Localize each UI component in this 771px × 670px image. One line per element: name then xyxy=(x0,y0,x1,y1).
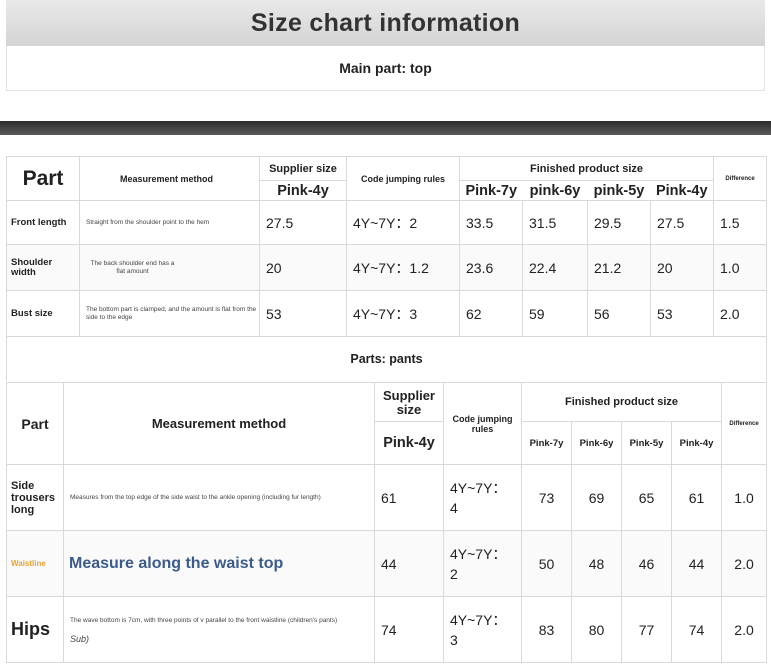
row-part: Bust size xyxy=(6,290,80,337)
table-row: Front length Straight from the shoulder … xyxy=(6,200,768,245)
row-size: 50 xyxy=(521,530,572,597)
row-size: 77 xyxy=(621,596,672,663)
row-size: 83 xyxy=(521,596,572,663)
pants-size-table: Part Measurement method Supplier size Co… xyxy=(6,382,768,663)
header-difference: Difference xyxy=(713,156,768,201)
header-size: Pink-7y xyxy=(521,421,572,465)
header-method: Measurement method xyxy=(63,382,375,465)
table-row: Shoulder width The back shoulder end has… xyxy=(6,244,768,291)
table-row: Hips The wave bottom is 7cm, with three … xyxy=(6,596,768,663)
row-size: 29.5 xyxy=(587,200,651,245)
row-size: 48 xyxy=(571,530,622,597)
row-method-text: The wave bottom is 7cm, with three point… xyxy=(70,616,338,624)
header-size: Pink-5y xyxy=(621,421,672,465)
row-size: 46 xyxy=(621,530,672,597)
header-supplier-size: Pink-4y xyxy=(259,180,347,201)
title-banner: Size chart information xyxy=(6,0,765,47)
row-supplier: 20 xyxy=(259,244,347,291)
table-row: Side trousers long Measures from the top… xyxy=(6,464,768,531)
header-difference: Difference xyxy=(721,382,768,465)
row-size: 21.2 xyxy=(587,244,651,291)
row-size: 62 xyxy=(459,290,523,337)
row-method-note: Sub) xyxy=(70,633,90,644)
row-code: 4Y~7Y：2 xyxy=(346,200,460,245)
row-size: 44 xyxy=(670,530,723,597)
header-finished: Finished product size xyxy=(458,156,715,181)
row-part: Hips xyxy=(6,596,64,663)
row-method: The wave bottom is 7cm, with three point… xyxy=(63,596,375,663)
header-size: pink-6y xyxy=(522,180,588,201)
header-size: Pink-7y xyxy=(459,180,523,201)
row-method: The bottom part is clamped, and the amou… xyxy=(79,290,260,337)
divider-bar xyxy=(0,121,771,135)
row-code: 4Y~7Y： 3 xyxy=(443,596,522,663)
row-size: 22.4 xyxy=(522,244,588,291)
pants-section: Parts: pants xyxy=(6,337,767,381)
row-supplier: 61 xyxy=(374,464,444,531)
row-code-line: 3 xyxy=(450,631,458,648)
header-method: Measurement method xyxy=(79,156,260,201)
row-size: 31.5 xyxy=(522,200,588,245)
row-size: 23.6 xyxy=(459,244,523,291)
row-code: 4Y~7Y：3 xyxy=(346,290,460,337)
row-size: 73 xyxy=(521,464,572,531)
row-method: Measure along the waist top xyxy=(63,530,375,597)
row-difference: 2.0 xyxy=(713,290,768,337)
table-row: Waistline Measure along the waist top 44… xyxy=(6,530,768,597)
page-title: Size chart information xyxy=(250,8,521,37)
top-size-table: Part Measurement method Supplier size Co… xyxy=(6,156,768,337)
header-size: Pink-4y xyxy=(650,180,715,201)
row-part: Shoulder width xyxy=(6,244,80,291)
header-supplier-size: Pink-4y xyxy=(374,421,444,465)
row-difference: 2.0 xyxy=(721,530,768,597)
row-supplier: 53 xyxy=(259,290,347,337)
row-supplier: 74 xyxy=(374,596,444,663)
header-size: Pink-4y xyxy=(670,421,723,465)
pants-section-label: Parts: pants xyxy=(350,352,423,366)
row-size: 33.5 xyxy=(459,200,523,245)
row-difference: 2.0 xyxy=(721,596,768,663)
main-part-label: Main part: top xyxy=(339,60,432,76)
row-code-line: 2 xyxy=(450,565,458,582)
row-code-line: 4 xyxy=(450,499,458,516)
row-size: 61 xyxy=(670,464,723,531)
row-difference: 1.0 xyxy=(721,464,768,531)
header-code: Code jumping rules xyxy=(443,382,522,465)
row-size: 65 xyxy=(621,464,672,531)
header-size: pink-5y xyxy=(587,180,651,201)
row-size: 27.5 xyxy=(649,200,715,245)
main-part-section: Main part: top xyxy=(6,46,765,91)
row-code: 4Y~7Y： 4 xyxy=(443,464,522,531)
header-code: Code jumping rules xyxy=(346,156,460,201)
table-row: Bust size The bottom part is clamped, an… xyxy=(6,290,768,337)
row-part: Front length xyxy=(6,200,80,245)
row-size: 69 xyxy=(571,464,622,531)
row-method: The back shoulder end has a flat amount xyxy=(79,244,260,291)
header-part: Part xyxy=(6,156,80,201)
row-supplier: 27.5 xyxy=(259,200,347,245)
row-code: 4Y~7Y： 2 xyxy=(443,530,522,597)
row-code-line: 4Y~7Y： xyxy=(450,611,507,628)
row-supplier: 44 xyxy=(374,530,444,597)
header-size: Pink-6y xyxy=(571,421,622,465)
row-part: Waistline xyxy=(6,530,64,597)
row-code-line: 4Y~7Y： xyxy=(450,545,507,562)
row-size: 59 xyxy=(522,290,588,337)
header-supplier: Supplier size xyxy=(374,382,444,422)
header-finished: Finished product size xyxy=(520,382,723,422)
row-size: 80 xyxy=(571,596,622,663)
row-code-line: 4Y~7Y： xyxy=(450,479,507,496)
row-size: 56 xyxy=(587,290,651,337)
header-part: Part xyxy=(6,382,64,465)
row-difference: 1.0 xyxy=(713,244,768,291)
row-method: Measures from the top edge of the side w… xyxy=(63,464,375,531)
row-size: 20 xyxy=(649,244,715,291)
row-size: 53 xyxy=(649,290,715,337)
row-part: Side trousers long xyxy=(6,464,64,531)
row-code: 4Y~7Y：1.2 xyxy=(346,244,460,291)
row-method: Straight from the shoulder point to the … xyxy=(79,200,260,245)
row-size: 74 xyxy=(670,596,723,663)
header-supplier: Supplier size xyxy=(259,156,347,181)
row-difference: 1.5 xyxy=(713,200,768,245)
